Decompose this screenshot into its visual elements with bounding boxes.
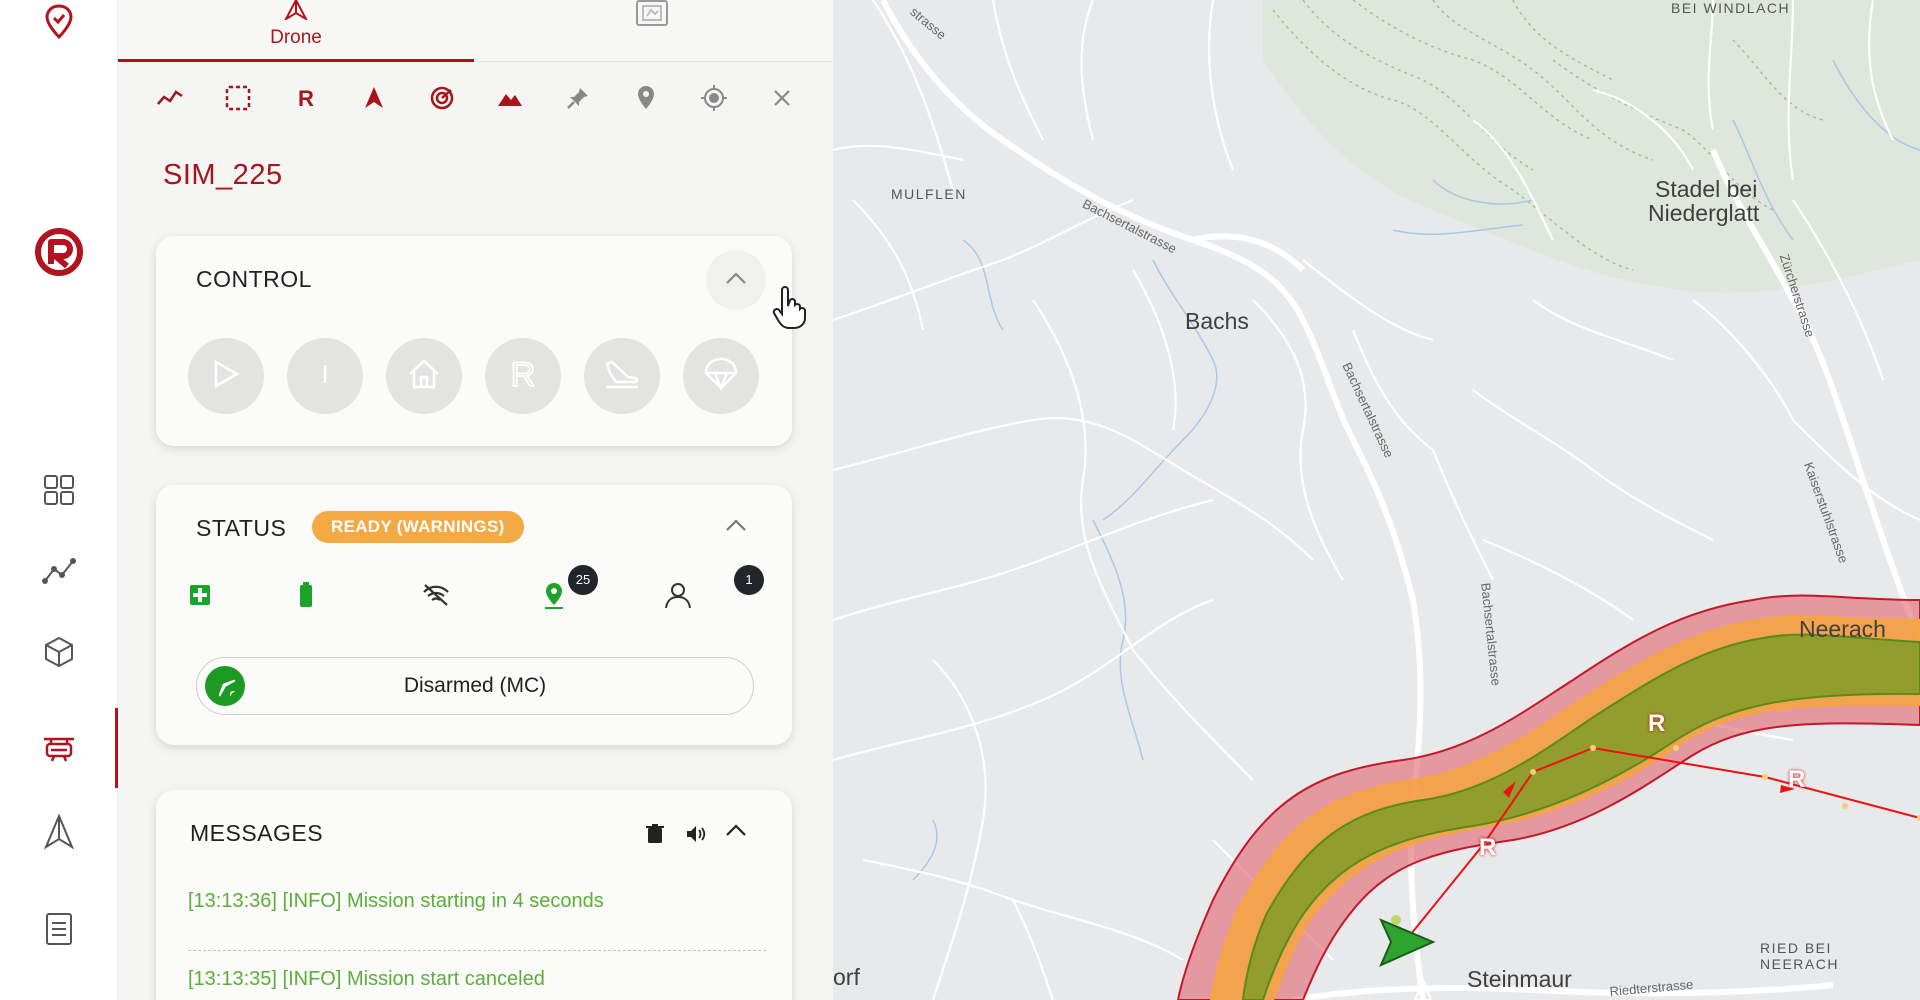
drone-name: SIM_225	[163, 159, 283, 191]
panel-toolbar: R	[118, 62, 833, 134]
map-label-mulflen: MULFLEN	[891, 186, 967, 202]
gps-count-badge: 25	[568, 565, 598, 595]
play-button[interactable]	[188, 338, 264, 414]
document-icon[interactable]	[37, 907, 81, 951]
control-collapse-button[interactable]	[706, 250, 766, 310]
svg-text:R: R	[511, 357, 536, 391]
waypoint-label[interactable]: R	[1788, 766, 1805, 794]
grid-icon[interactable]	[37, 468, 81, 512]
navigation-arrow-icon[interactable]	[37, 810, 81, 854]
pin-icon[interactable]	[560, 80, 596, 116]
trash-icon[interactable]	[646, 824, 664, 849]
control-card: CONTROL R	[156, 236, 806, 446]
terrain-icon[interactable]	[492, 80, 528, 116]
close-icon[interactable]	[764, 80, 800, 116]
home-button[interactable]	[386, 338, 462, 414]
status-card: STATUS READY (WARNINGS) 25 1 Disarmed (M…	[156, 485, 792, 745]
cursor-hand-icon	[772, 286, 806, 335]
map-label-steinmaur: Steinmaur	[1467, 966, 1572, 992]
pause-icon	[315, 362, 335, 391]
radar-icon[interactable]	[424, 80, 460, 116]
messages-title: MESSAGES	[190, 820, 324, 846]
map-label-ried-neerach: NEERACH	[1760, 956, 1839, 972]
map-view[interactable]: R R R BEI WINDLACH MULFLEN Stadel bei Ni…	[833, 0, 1920, 1000]
chevron-up-icon	[725, 271, 747, 290]
pause-button[interactable]	[287, 338, 363, 414]
map-label-orf: orf	[833, 964, 860, 990]
map-label-bachs: Bachs	[1185, 308, 1249, 334]
play-icon	[212, 359, 240, 394]
tab-map-frame[interactable]	[474, 0, 830, 62]
parachute-button[interactable]	[683, 338, 759, 414]
rally-point-icon[interactable]: R	[288, 80, 324, 116]
message-item: [13:13:35] [INFO] Mission start canceled	[188, 968, 545, 990]
arrow-icon[interactable]	[356, 80, 392, 116]
marker-icon[interactable]	[628, 80, 664, 116]
left-navigation	[0, 0, 118, 1000]
return-button[interactable]: R	[485, 338, 561, 414]
status-collapse-button[interactable]	[706, 497, 766, 557]
message-divider	[188, 950, 766, 951]
home-icon	[407, 358, 441, 395]
target-icon[interactable]	[696, 80, 732, 116]
return-icon: R	[508, 355, 538, 396]
message-item: [13:13:36] [INFO] Mission starting in 4 …	[188, 890, 604, 912]
control-title: CONTROL	[196, 266, 312, 292]
drone-device-icon[interactable]	[37, 727, 81, 771]
map-frame-icon	[635, 0, 669, 33]
pilot-icon[interactable]	[660, 577, 696, 613]
chevron-up-icon	[725, 823, 747, 842]
analytics-icon[interactable]	[37, 549, 81, 593]
messages-collapse-button[interactable]	[706, 802, 766, 862]
messages-card: MESSAGES [13:13:36] [INFO] Mission start…	[156, 790, 792, 1000]
flight-mode-label: Disarmed (MC)	[403, 674, 547, 697]
panel-tabs: Drone	[118, 0, 833, 62]
waypoint-label[interactable]: R	[1648, 710, 1665, 738]
trajectory-icon[interactable]	[152, 80, 188, 116]
tab-drone[interactable]: Drone	[118, 0, 474, 62]
battery-icon[interactable]	[288, 577, 324, 613]
logo-icon[interactable]	[33, 226, 85, 278]
map-label-niederglatt: Niederglatt	[1648, 200, 1760, 226]
land-icon	[604, 359, 640, 394]
parachute-icon	[703, 356, 739, 397]
chevron-up-icon	[725, 518, 747, 537]
map-label-ried-bei: RIED BEI	[1760, 940, 1832, 956]
flight-mode-toggle[interactable]: Disarmed (MC)	[196, 657, 754, 715]
no-signal-icon[interactable]	[418, 577, 454, 613]
selection-icon[interactable]	[220, 80, 256, 116]
cube-icon[interactable]	[37, 630, 81, 674]
map-label-neerach: Neerach	[1799, 616, 1886, 642]
tab-drone-label: Drone	[270, 27, 322, 48]
drone-tab-icon	[282, 0, 310, 25]
map-canvas	[833, 0, 1920, 1000]
status-badge: READY (WARNINGS)	[312, 511, 524, 543]
map-label-bei-windlach: BEI WINDLACH	[1671, 0, 1791, 16]
pilot-count-badge: 1	[734, 565, 764, 595]
land-button[interactable]	[584, 338, 660, 414]
svg-text:R: R	[298, 86, 314, 110]
drone-position-icon[interactable]	[1379, 918, 1436, 967]
map-label-stadel: Stadel bei	[1655, 176, 1758, 202]
location-pin-icon[interactable]	[37, 0, 81, 44]
status-title: STATUS	[196, 515, 287, 541]
speaker-icon[interactable]	[685, 824, 707, 849]
waypoint-label[interactable]: R	[1479, 834, 1496, 862]
health-icon[interactable]	[182, 577, 218, 613]
gps-icon[interactable]	[536, 577, 572, 613]
